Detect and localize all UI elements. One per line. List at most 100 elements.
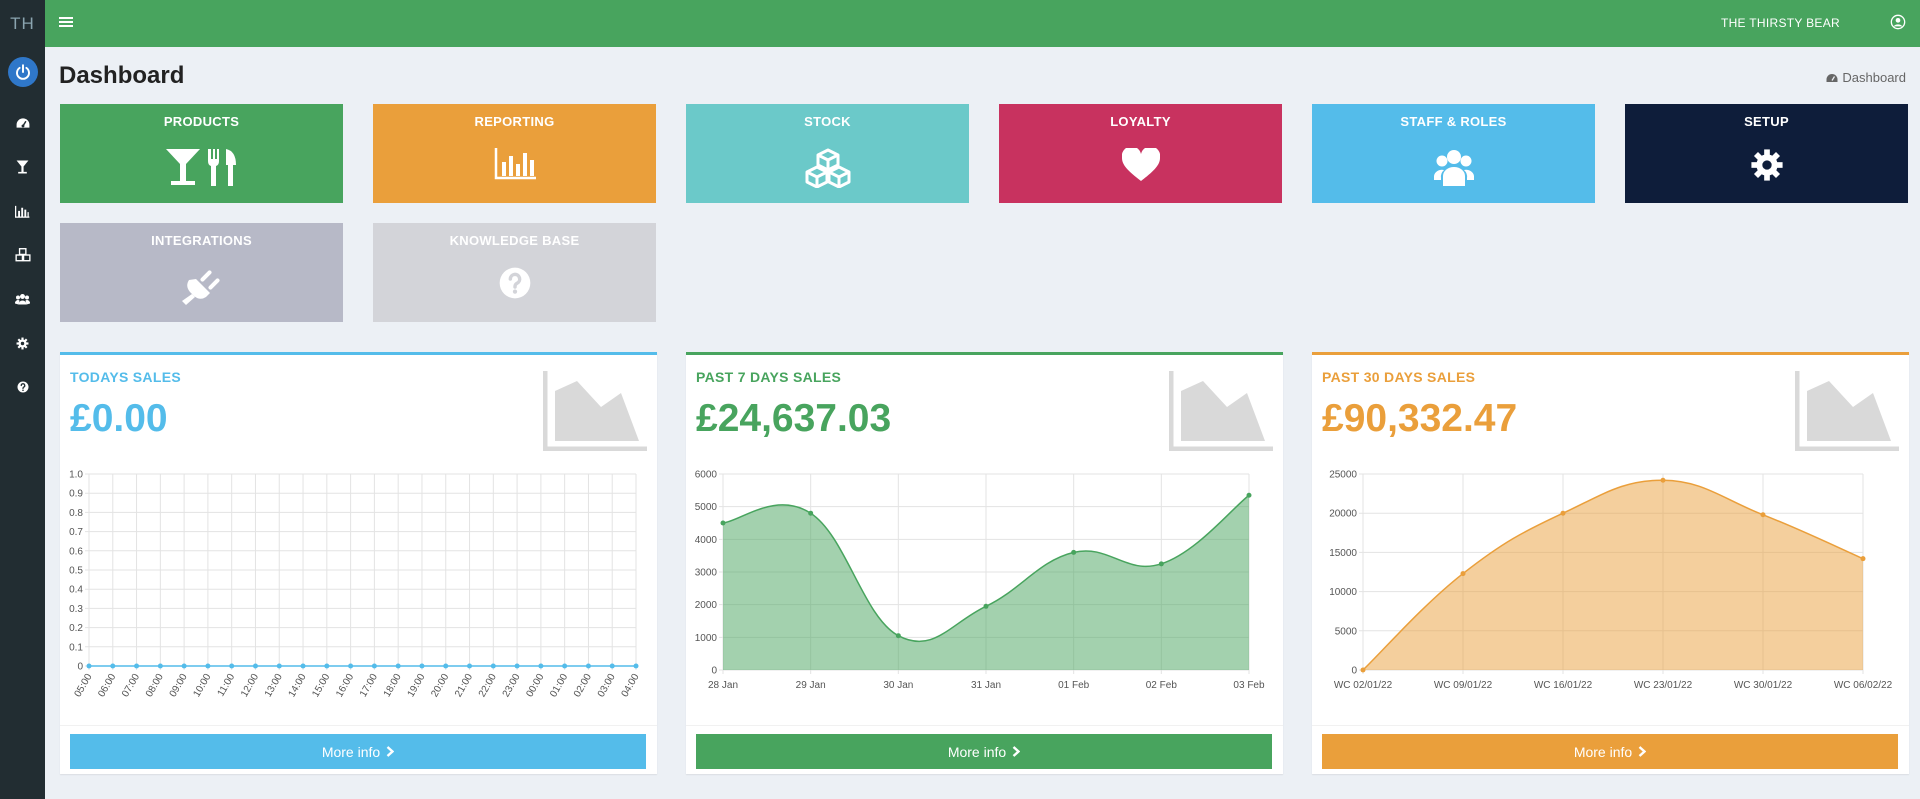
tile-integrations[interactable]: INTEGRATIONS xyxy=(60,223,343,322)
y-tick-label: 1000 xyxy=(695,633,718,644)
past-30-days-sales-box: PAST 30 DAYS SALES £90,332.47 0 5000 10000… xyxy=(1312,352,1909,774)
x-tick-label: WC 09/01/22 xyxy=(1434,680,1493,691)
data-point[interactable] xyxy=(252,663,258,669)
data-point[interactable] xyxy=(443,663,449,669)
sidebar-item-staff[interactable] xyxy=(0,277,45,321)
dashboard-icon xyxy=(16,118,29,128)
menu-toggle-button[interactable] xyxy=(59,15,73,29)
y-tick-label: 0.2 xyxy=(69,623,83,634)
area-chart-icon xyxy=(543,371,647,451)
tile-staff-roles[interactable]: STAFF & ROLES xyxy=(1312,104,1595,203)
box-title: TODAYS SALES xyxy=(70,369,181,385)
data-point[interactable] xyxy=(983,603,989,609)
sidebar-item-setup[interactable] xyxy=(0,321,45,365)
data-point[interactable] xyxy=(1660,477,1666,483)
data-point[interactable] xyxy=(205,663,211,669)
cubes-icon xyxy=(805,148,851,193)
tile-label: REPORTING xyxy=(474,114,555,129)
data-point[interactable] xyxy=(585,663,591,669)
data-point[interactable] xyxy=(514,663,520,669)
tile-setup[interactable]: SETUP xyxy=(1625,104,1908,203)
data-point[interactable] xyxy=(300,663,306,669)
data-point[interactable] xyxy=(895,633,901,639)
data-point[interactable] xyxy=(538,663,544,669)
data-point[interactable] xyxy=(157,663,163,669)
top-navbar: THE THIRSTY BEAR xyxy=(45,0,1920,47)
data-point[interactable] xyxy=(1760,512,1766,518)
tile-knowledge-base[interactable]: KNOWLEDGE BASE xyxy=(373,223,656,322)
plug-icon xyxy=(181,267,222,310)
data-point[interactable] xyxy=(720,520,726,526)
data-point[interactable] xyxy=(1560,510,1566,516)
account-name[interactable]: THE THIRSTY BEAR xyxy=(1721,16,1840,30)
x-tick-label: 30 Jan xyxy=(883,680,913,691)
data-point[interactable] xyxy=(348,663,354,669)
data-point[interactable] xyxy=(808,510,814,516)
x-tick-label: 23:00 xyxy=(501,672,523,700)
more-info-button[interactable]: More info xyxy=(696,734,1272,769)
data-point[interactable] xyxy=(276,663,282,669)
area-chart-icon xyxy=(1169,371,1273,451)
breadcrumb[interactable]: Dashboard xyxy=(1826,70,1906,85)
data-point[interactable] xyxy=(181,663,187,669)
sidebar-item-reporting[interactable] xyxy=(0,189,45,233)
data-point[interactable] xyxy=(490,663,496,669)
more-info-button[interactable]: More info xyxy=(70,734,646,769)
data-point[interactable] xyxy=(371,663,377,669)
data-point[interactable] xyxy=(86,663,92,669)
sidebar-item-products[interactable] xyxy=(0,145,45,189)
brand-logo[interactable]: TH xyxy=(0,0,45,47)
data-point[interactable] xyxy=(1860,556,1866,562)
breadcrumb-item[interactable]: Dashboard xyxy=(1842,70,1906,85)
bar-chart-icon xyxy=(494,148,536,185)
power-icon xyxy=(15,64,30,80)
data-point[interactable] xyxy=(1158,561,1164,567)
y-tick-label: 2000 xyxy=(695,600,718,611)
data-point[interactable] xyxy=(1246,492,1252,498)
x-tick-label: 31 Jan xyxy=(971,680,1001,691)
power-button[interactable] xyxy=(7,57,38,87)
data-point[interactable] xyxy=(1071,549,1077,555)
sidebar-item-stock[interactable] xyxy=(0,233,45,277)
x-tick-label: 02 Feb xyxy=(1146,680,1178,691)
data-point[interactable] xyxy=(134,663,140,669)
data-point[interactable] xyxy=(324,663,330,669)
y-tick-label: 3000 xyxy=(695,568,718,579)
y-tick-label: 25000 xyxy=(1329,470,1357,481)
y-tick-label: 1.0 xyxy=(69,470,83,481)
x-tick-label: 01 Feb xyxy=(1058,680,1090,691)
x-tick-label: 08:00 xyxy=(144,672,166,700)
tile-label: INTEGRATIONS xyxy=(151,233,252,248)
page-title: Dashboard xyxy=(59,62,185,89)
dashboard-icon xyxy=(1826,73,1838,82)
data-point[interactable] xyxy=(562,663,568,669)
x-tick-label: WC 16/01/22 xyxy=(1534,680,1593,691)
data-point[interactable] xyxy=(229,663,235,669)
tile-label: SETUP xyxy=(1744,114,1789,129)
data-point[interactable] xyxy=(395,663,401,669)
x-tick-label: WC 23/01/22 xyxy=(1634,680,1693,691)
account-button[interactable] xyxy=(1890,14,1906,35)
cocktail-icon xyxy=(16,160,29,174)
data-point[interactable] xyxy=(110,663,116,669)
tile-reporting[interactable]: REPORTING xyxy=(373,104,656,203)
data-point[interactable] xyxy=(633,663,639,669)
tile-loyalty[interactable]: LOYALTY xyxy=(999,104,1282,203)
tile-stock[interactable]: STOCK xyxy=(686,104,969,203)
tile-products[interactable]: PRODUCTS xyxy=(60,104,343,203)
cocktail-cutlery-icon xyxy=(165,148,238,191)
chevron-right-icon xyxy=(386,746,395,757)
data-point[interactable] xyxy=(467,663,473,669)
data-point[interactable] xyxy=(419,663,425,669)
past-30-days-sales-chart: 0 5000 10000 15000 20000 25000 WC 02/01/22 WC 0… xyxy=(1329,470,1892,692)
data-point[interactable] xyxy=(1460,571,1466,577)
sidebar-item-help[interactable] xyxy=(0,365,45,409)
y-tick-label: 0 xyxy=(77,662,83,673)
x-tick-label: 15:00 xyxy=(310,672,332,700)
more-info-button[interactable]: More info xyxy=(1322,734,1898,769)
x-tick-label: 18:00 xyxy=(382,672,404,700)
data-point[interactable] xyxy=(1360,667,1366,673)
sidebar-item-dashboard[interactable] xyxy=(0,101,45,145)
data-point[interactable] xyxy=(609,663,615,669)
tile-label: PRODUCTS xyxy=(163,114,240,129)
